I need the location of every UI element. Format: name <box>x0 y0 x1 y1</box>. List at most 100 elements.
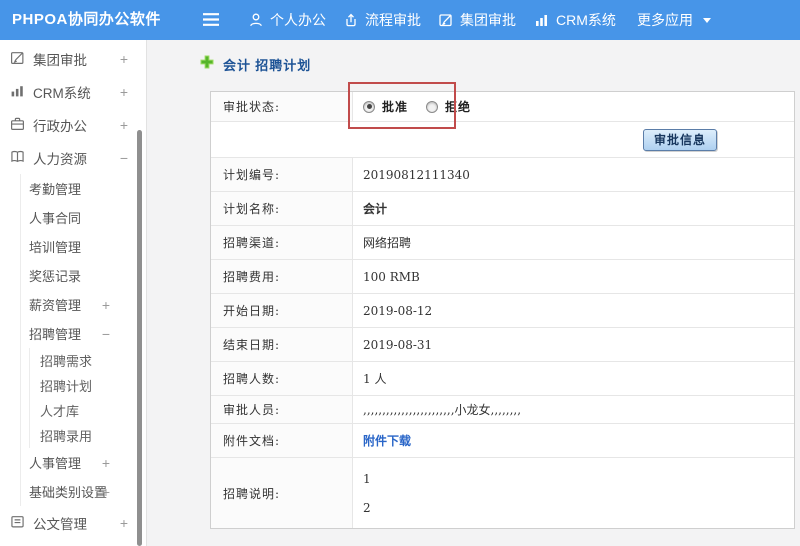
upload-icon <box>343 12 359 28</box>
expand-icon[interactable]: + <box>102 484 110 500</box>
sidebar-item-label: 人事管理 <box>29 456 82 471</box>
sidebar-item-label: 行政办公 <box>33 118 87 134</box>
sidebar-item-label: CRM系统 <box>33 85 91 101</box>
field-label: 招聘说明: <box>211 458 353 528</box>
field-value: 20190812111340 <box>363 167 470 182</box>
nav-label: CRM系统 <box>556 12 616 28</box>
table-row: 招聘费用: 100 RMB <box>211 260 794 294</box>
top-navbar: PHPOA协同办公软件 个人办公 流程审批 集团审批 CRM系统 更多应用 <box>0 0 800 40</box>
sidebar-item-salary[interactable]: 薪资管理 + <box>21 290 146 319</box>
expand-icon[interactable]: + <box>120 515 128 531</box>
book-icon <box>10 149 25 167</box>
sidebar-item-label: 人力资源 <box>33 151 87 167</box>
radio-approve-label: 批准 <box>382 100 409 114</box>
approval-status-options: 批准 拒绝 <box>353 92 794 121</box>
sidebar-item-label: 公文管理 <box>33 516 87 532</box>
description-line: 1 <box>363 471 371 486</box>
sidebar-item-recruit-demand[interactable]: 招聘需求 <box>30 348 146 373</box>
table-row: 招聘人数: 1 人 <box>211 362 794 396</box>
sidebar-item-vehicle[interactable]: 用车管理 + <box>0 539 146 546</box>
sidebar-item-label: 基础类别设置 <box>29 485 108 500</box>
hr-submenu: 考勤管理 人事合同 培训管理 奖惩记录 薪资管理 + 招聘管理 − 招聘需求 招聘计… <box>20 174 146 506</box>
sidebar-item-attendance[interactable]: 考勤管理 <box>21 174 146 203</box>
sidebar-item-label: 招聘管理 <box>29 327 82 342</box>
sidebar-item-label: 薪资管理 <box>29 298 82 313</box>
nav-label: 集团审批 <box>460 12 516 28</box>
sidebar-item-label: 人事合同 <box>29 211 82 226</box>
expand-icon[interactable]: + <box>120 84 128 100</box>
app-title: PHPOA协同办公软件 <box>12 11 161 28</box>
table-row: 招聘说明: 1 2 <box>211 458 794 528</box>
field-value: 100 RMB <box>363 269 420 284</box>
sidebar-item-label: 人才库 <box>40 404 80 419</box>
nav-label: 个人办公 <box>270 12 326 28</box>
field-label: 计划编号: <box>211 158 353 191</box>
sidebar-item-label: 招聘需求 <box>40 354 93 369</box>
nav-group-approval[interactable]: 集团审批 <box>438 0 516 40</box>
sidebar-item-base-category[interactable]: 基础类别设置 + <box>21 477 146 506</box>
page-title: 会计 招聘计划 <box>200 55 311 74</box>
sidebar-item-rewards[interactable]: 奖惩记录 <box>21 261 146 290</box>
sidebar-item-documents[interactable]: 公文管理 + <box>0 506 146 539</box>
sidebar-item-label: 集团审批 <box>33 52 87 68</box>
field-label: 招聘人数: <box>211 362 353 395</box>
sidebar-item-recruit-mgmt[interactable]: 招聘管理 − <box>21 319 146 348</box>
approval-button-row: 审批信息 <box>211 122 794 158</box>
field-label: 审批人员: <box>211 396 353 423</box>
collapse-icon[interactable]: − <box>102 326 110 342</box>
field-value: 会计 <box>363 202 388 216</box>
sidebar-item-label: 招聘录用 <box>40 429 93 444</box>
field-value: 2019-08-31 <box>363 337 433 352</box>
sidebar-scrollbar[interactable] <box>137 130 142 546</box>
collapse-icon[interactable]: − <box>120 150 128 166</box>
expand-icon[interactable]: + <box>102 455 110 471</box>
sidebar-item-admin-office[interactable]: 行政办公 + <box>0 108 146 141</box>
table-row: 结束日期: 2019-08-31 <box>211 328 794 362</box>
bar-chart-icon <box>10 83 25 101</box>
nav-label: 更多应用 <box>637 12 693 28</box>
sidebar-item-personnel-mgmt[interactable]: 人事管理 + <box>21 448 146 477</box>
table-row: 招聘渠道: 网络招聘 <box>211 226 794 260</box>
recruit-submenu: 招聘需求 招聘计划 人才库 招聘录用 <box>29 348 146 448</box>
table-row: 开始日期: 2019-08-12 <box>211 294 794 328</box>
nav-process-approval[interactable]: 流程审批 <box>343 0 421 40</box>
table-row: 计划编号: 20190812111340 <box>211 158 794 192</box>
radio-approve[interactable] <box>363 100 375 113</box>
briefcase-icon <box>10 116 25 134</box>
main-content: 会计 招聘计划 审批状态: 批准 拒绝 审批信息 计划编号: 201908121… <box>148 40 800 546</box>
table-row: 审批人员: ,,,,,,,,,,,,,,,,,,,,,,,,小龙女,,,,,,,… <box>211 396 794 424</box>
bar-chart-icon <box>534 12 550 28</box>
sidebar-item-training[interactable]: 培训管理 <box>21 232 146 261</box>
radio-reject-label: 拒绝 <box>445 100 472 114</box>
field-label: 结束日期: <box>211 328 353 361</box>
sidebar-item-hr-contract[interactable]: 人事合同 <box>21 203 146 232</box>
table-row: 附件文档: 附件下载 <box>211 424 794 458</box>
sidebar-item-talent-pool[interactable]: 人才库 <box>30 398 146 423</box>
expand-icon[interactable]: + <box>120 117 128 133</box>
sidebar-item-hr[interactable]: 人力资源 − <box>0 141 146 174</box>
sidebar-item-crm[interactable]: CRM系统 + <box>0 75 146 108</box>
sidebar-item-recruit-hire[interactable]: 招聘录用 <box>30 423 146 448</box>
sidebar-item-group-approval[interactable]: 集团审批 + <box>0 42 146 75</box>
sidebar-item-recruit-plan[interactable]: 招聘计划 <box>30 373 146 398</box>
expand-icon[interactable]: + <box>120 51 128 67</box>
radio-reject[interactable] <box>426 100 439 113</box>
sidebar: 集团审批 + CRM系统 + 行政办公 + 人力资源 − 考勤管理 人事合同 培… <box>0 40 147 546</box>
nav-crm-system[interactable]: CRM系统 <box>534 0 616 40</box>
field-value: ,,,,,,,,,,,,,,,,,,,,,,,,小龙女,,,,,,,, <box>363 403 522 417</box>
table-row: 计划名称: 会计 <box>211 192 794 226</box>
edit-square-icon <box>438 12 454 28</box>
plus-icon <box>200 55 214 74</box>
hamburger-menu-icon[interactable] <box>202 12 220 32</box>
attachment-download-link[interactable]: 附件下载 <box>363 432 411 449</box>
nav-personal-office[interactable]: 个人办公 <box>248 0 326 40</box>
field-label: 招聘渠道: <box>211 226 353 259</box>
edit-square-icon <box>10 50 25 68</box>
user-icon <box>248 12 264 28</box>
approval-info-button[interactable]: 审批信息 <box>642 128 717 151</box>
nav-more-apps[interactable]: 更多应用 <box>637 0 711 40</box>
field-value: 2019-08-12 <box>363 303 433 318</box>
recruit-plan-detail-table: 审批状态: 批准 拒绝 审批信息 计划编号: 20190812111340 计划… <box>210 91 795 529</box>
expand-icon[interactable]: + <box>102 297 110 313</box>
field-label: 开始日期: <box>211 294 353 327</box>
